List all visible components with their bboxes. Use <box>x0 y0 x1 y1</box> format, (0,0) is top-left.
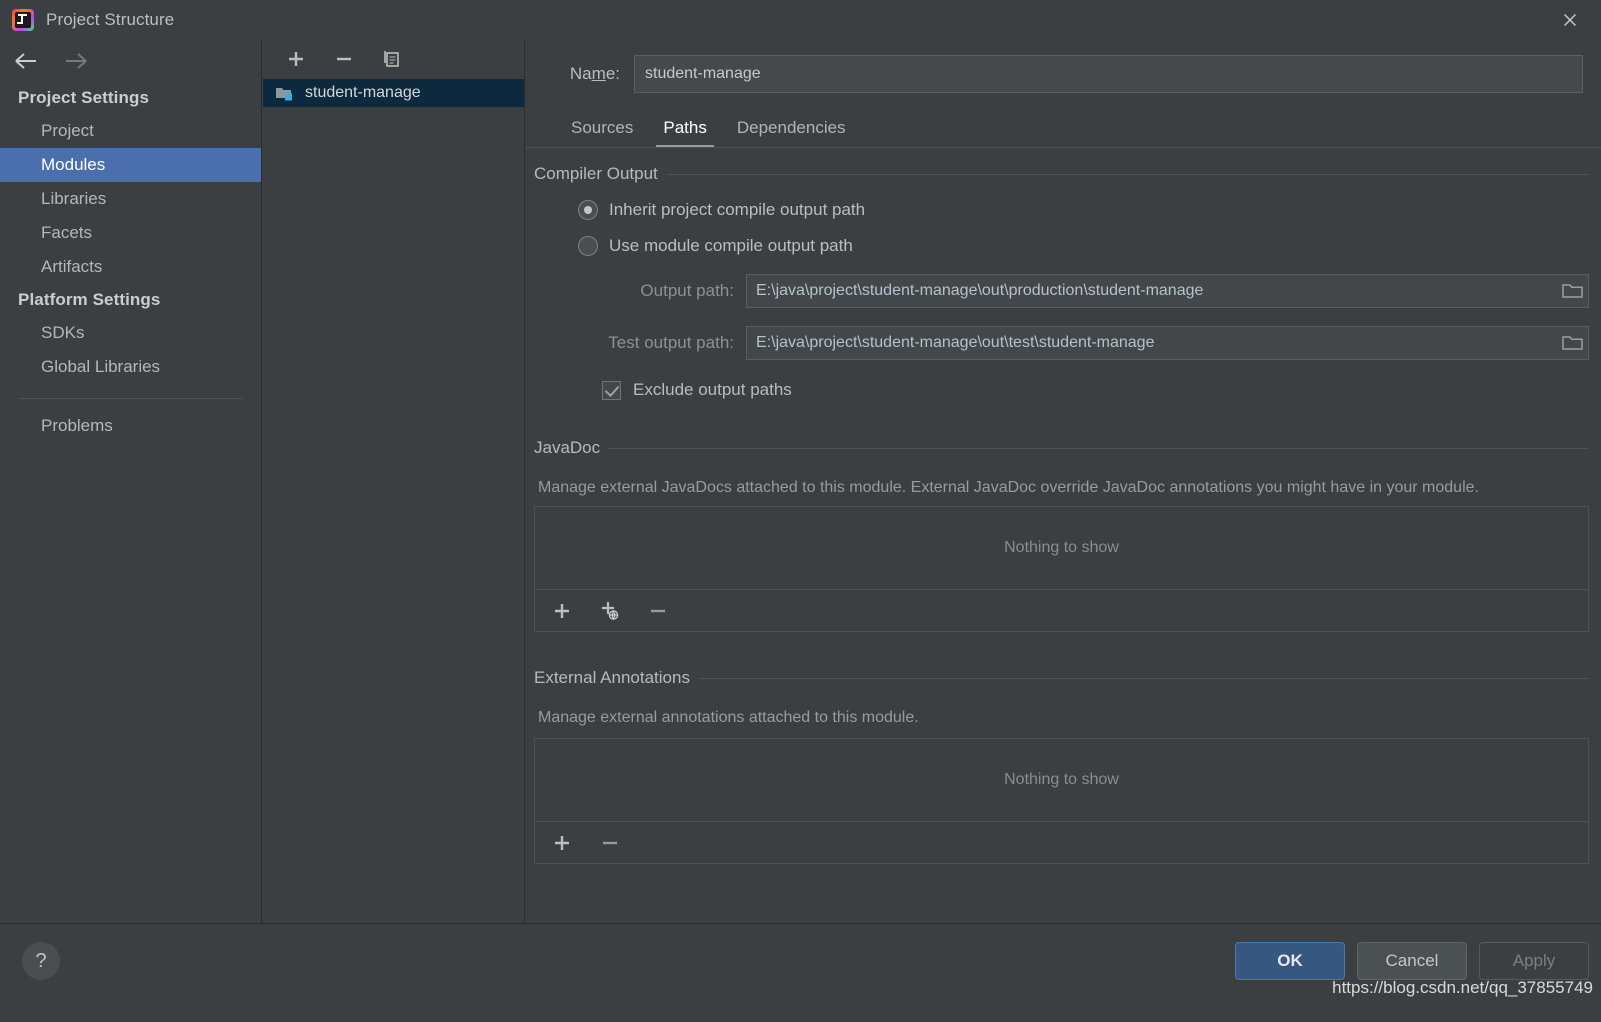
arrow-right-icon[interactable] <box>62 49 90 73</box>
watermark-text: https://blog.csdn.net/qq_37855749 <box>1332 978 1593 997</box>
name-label-prefix: Na <box>569 64 592 83</box>
use-module-output-radio-row[interactable]: Use module compile output path <box>578 236 1589 256</box>
add-javadoc-button[interactable] <box>549 598 575 624</box>
output-path-row: Output path: E:\java\project\student-man… <box>534 274 1589 308</box>
section-divider <box>697 677 1589 679</box>
test-output-path-row: Test output path: E:\java\project\studen… <box>534 326 1589 360</box>
tab-sources[interactable]: Sources <box>556 118 648 148</box>
nav-arrows <box>0 39 261 82</box>
javadoc-empty-text: Nothing to show <box>1004 539 1119 556</box>
add-javadoc-url-button[interactable] <box>597 598 623 624</box>
javadoc-description: Manage external JavaDocs attached to thi… <box>538 479 1479 496</box>
module-name-label: Name: <box>536 64 620 84</box>
folder-browse-icon[interactable] <box>1558 275 1588 307</box>
external-annotations-toolbar <box>534 822 1589 864</box>
sidebar-item-project[interactable]: Project <box>0 114 261 148</box>
module-folder-icon <box>275 85 295 101</box>
module-name-row: Name: <box>526 52 1601 96</box>
arrow-left-icon[interactable] <box>12 49 40 73</box>
test-output-path-label: Test output path: <box>608 333 734 352</box>
cancel-button[interactable]: Cancel <box>1357 942 1467 980</box>
use-module-output-label: Use module compile output path <box>609 236 853 255</box>
remove-javadoc-button[interactable] <box>645 598 671 624</box>
compiler-output-title: Compiler Output <box>534 164 658 183</box>
output-path-field[interactable]: E:\java\project\student-manage\out\produ… <box>746 274 1589 308</box>
sidebar-item-sdks[interactable]: SDKs <box>0 316 261 350</box>
copy-module-button[interactable] <box>379 46 405 72</box>
external-annotations-list[interactable]: Nothing to show <box>534 738 1589 822</box>
name-label-mnemonic: m <box>591 64 606 83</box>
section-divider <box>608 447 1589 449</box>
test-output-path-field[interactable]: E:\java\project\student-manage\out\test\… <box>746 326 1589 360</box>
ok-button[interactable]: OK <box>1235 942 1345 980</box>
sidebar-group-project-settings: Project Settings <box>18 88 150 107</box>
inherit-output-label: Inherit project compile output path <box>609 200 866 219</box>
tabs-divider <box>526 147 1601 148</box>
dialog-buttons: OK Cancel Apply <box>1235 942 1589 980</box>
module-list-pane: student-manage <box>263 39 525 923</box>
tab-paths[interactable]: Paths <box>648 118 721 148</box>
tab-dependencies[interactable]: Dependencies <box>722 118 861 148</box>
output-path-label: Output path: <box>640 281 734 300</box>
folder-browse-icon[interactable] <box>1558 327 1588 359</box>
external-annotations-description: Manage external annotations attached to … <box>538 709 919 726</box>
sidebar-item-facets[interactable]: Facets <box>0 216 261 250</box>
javadoc-section: JavaDoc Manage external JavaDocs attache… <box>534 438 1589 632</box>
section-divider <box>665 173 1589 175</box>
module-toolbar <box>263 39 524 79</box>
module-list-item[interactable]: student-manage <box>263 79 524 107</box>
sidebar-item-modules[interactable]: Modules <box>0 148 261 182</box>
sidebar-item-artifacts[interactable]: Artifacts <box>0 250 261 284</box>
exclude-output-paths-label: Exclude output paths <box>633 380 792 399</box>
add-module-button[interactable] <box>283 46 309 72</box>
compiler-output-section: Compiler Output Inherit project compile … <box>534 164 1589 400</box>
module-tabs: Sources Paths Dependencies <box>526 110 1601 148</box>
apply-button: Apply <box>1479 942 1589 980</box>
sidebar-group-platform-settings: Platform Settings <box>18 290 161 309</box>
sidebar-divider <box>18 398 243 399</box>
radio-button-icon[interactable] <box>578 236 598 256</box>
remove-module-button[interactable] <box>331 46 357 72</box>
javadoc-list[interactable]: Nothing to show <box>534 506 1589 590</box>
radio-button-icon[interactable] <box>578 200 598 220</box>
settings-sidebar: Project Settings Project Modules Librari… <box>0 39 262 923</box>
remove-annotation-button[interactable] <box>597 830 623 856</box>
javadoc-toolbar <box>534 590 1589 632</box>
output-path-value: E:\java\project\student-manage\out\produ… <box>756 282 1204 299</box>
project-structure-dialog: Project Structure Project Settings Proje… <box>0 0 1601 1022</box>
title-bar: Project Structure <box>0 0 1601 39</box>
module-editor-panel: Name: Sources Paths Dependencies Compile… <box>526 39 1601 923</box>
paths-tab-content: Compiler Output Inherit project compile … <box>526 164 1601 864</box>
test-output-path-value: E:\java\project\student-manage\out\test\… <box>756 334 1155 351</box>
sidebar-item-problems[interactable]: Problems <box>0 409 261 443</box>
sidebar-item-libraries[interactable]: Libraries <box>0 182 261 216</box>
javadoc-title: JavaDoc <box>534 438 601 457</box>
close-icon[interactable] <box>1539 0 1601 39</box>
question-mark-icon[interactable]: ? <box>22 942 60 980</box>
dialog-footer: ? OK Cancel Apply https://blog.csdn.net/… <box>0 923 1601 1022</box>
sidebar-item-global-libraries[interactable]: Global Libraries <box>0 350 261 384</box>
add-annotation-button[interactable] <box>549 830 575 856</box>
external-annotations-empty-text: Nothing to show <box>1004 771 1119 788</box>
external-annotations-title: External Annotations <box>534 668 690 687</box>
checkbox-icon[interactable] <box>602 380 621 400</box>
module-name-input[interactable] <box>634 55 1583 93</box>
intellij-idea-logo-icon <box>12 8 34 31</box>
inherit-output-radio-row[interactable]: Inherit project compile output path <box>578 200 1589 220</box>
exclude-output-paths-row[interactable]: Exclude output paths <box>602 380 1589 400</box>
module-list-item-label: student-manage <box>305 84 421 101</box>
window-title: Project Structure <box>46 9 175 29</box>
name-label-suffix: e: <box>605 64 620 83</box>
external-annotations-section: External Annotations Manage external ann… <box>534 668 1589 864</box>
